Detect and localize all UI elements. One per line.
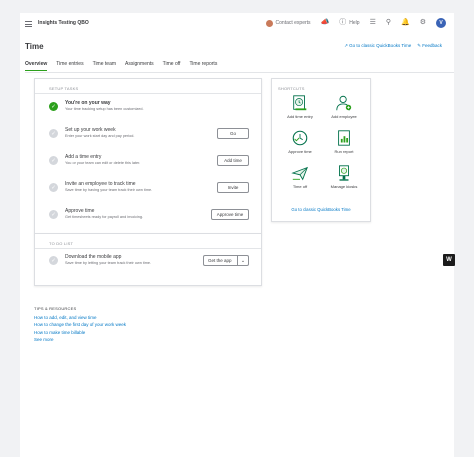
list-icon[interactable]: ☰ (370, 19, 376, 27)
page-title: Time (25, 42, 44, 51)
title-links: ↗ Go to classic QuickBooks Time ✎ Feedba… (344, 43, 442, 49)
shortcuts-label: SHORTCUTS (278, 86, 305, 91)
tab-assignments[interactable]: Assignments (125, 61, 154, 71)
task-title: Set up your work week (65, 127, 116, 133)
todo-card: TO DO LIST ✓ Download the mobile app Sav… (34, 233, 262, 286)
shortcut-label: Add employee (331, 114, 357, 119)
plane-icon (291, 166, 308, 181)
shortcut-label: Manage kiosks (330, 184, 358, 189)
contact-experts-label: Contact experts (275, 20, 311, 26)
setup-task: ✓ Approve time Get timesheets ready for … (49, 208, 249, 228)
task-description: You or your team can edit or delete this… (65, 161, 141, 165)
task-title: Invite an employee to track time (65, 181, 136, 187)
gear-icon[interactable]: ⚙ (420, 19, 426, 27)
shortcut-approve-time[interactable]: Approve time (278, 129, 322, 159)
tab-time-entries[interactable]: Time entries (56, 61, 83, 71)
check-pending-icon: ✓ (49, 256, 58, 265)
tab-bar: Overview Time entries Time team Assignme… (25, 61, 217, 71)
tips-resources: TIPS & RESOURCES How to add, edit, and v… (34, 306, 126, 345)
check-pending-icon: ✓ (49, 156, 58, 165)
shortcut-label: Add time entry (287, 114, 313, 119)
approve-time-button[interactable]: Approve time (211, 209, 249, 220)
task-description: Your time tracking setup has been custom… (65, 107, 144, 111)
tab-time-reports[interactable]: Time reports (189, 61, 217, 71)
shortcuts-card: SHORTCUTS Add time entry Add employee Ap… (271, 78, 371, 222)
shortcut-manage-kiosks[interactable]: Manage kiosks (322, 164, 366, 194)
shortcut-label: Approve time (288, 149, 312, 154)
check-pending-icon: ✓ (49, 129, 58, 138)
tab-time-off[interactable]: Time off (163, 61, 181, 71)
divider (35, 248, 261, 249)
chevron-down-icon: ⌄ (237, 256, 248, 265)
divider (35, 93, 261, 94)
todo-label: TO DO LIST (49, 241, 74, 246)
go-classic-label: Go to classic QuickBooks Time (349, 43, 412, 48)
go-button[interactable]: Go (217, 128, 249, 139)
expert-avatar-icon (265, 19, 273, 27)
contact-experts-button[interactable]: Contact experts (265, 19, 311, 27)
tabs-divider (25, 71, 454, 73)
tab-time-team[interactable]: Time team (93, 61, 116, 71)
clock-doc-icon (293, 95, 307, 111)
setup-tasks-card: SETUP TASKS ✓ You're on your way Your ti… (34, 78, 262, 234)
task-description: Get timesheets ready for payroll and inv… (65, 215, 144, 219)
notification-icon[interactable]: 🔔 (401, 19, 410, 27)
help-label: Help (349, 20, 360, 26)
shortcut-label: Time off (292, 184, 308, 189)
feedback-label: Feedback (422, 43, 442, 48)
user-avatar[interactable]: V (436, 18, 446, 28)
setup-tasks-label: SETUP TASKS (49, 86, 79, 91)
get-app-dropdown[interactable]: Get the app ⌄ (203, 255, 249, 266)
help-icon: ⓘ (339, 19, 347, 26)
add-time-button[interactable]: Add time (217, 155, 249, 166)
task-title: Add a time entry (65, 154, 102, 160)
todo-task: ✓ Download the mobile app Save time by l… (49, 254, 249, 274)
shortcut-label: Run report (334, 149, 354, 154)
task-title: Approve time (65, 208, 95, 214)
top-bar: Insights Testing QBO Contact experts 📣 ⓘ… (20, 13, 454, 35)
shortcut-add-employee[interactable]: Add employee (322, 94, 366, 124)
search-icon[interactable]: ⚲ (386, 19, 391, 27)
app-window: Insights Testing QBO Contact experts 📣 ⓘ… (20, 13, 454, 457)
setup-task: ✓ You're on your way Your time tracking … (49, 100, 249, 120)
setup-task: ✓ Set up your work week Enter your work … (49, 127, 249, 147)
task-title: You're on your way (65, 100, 111, 106)
add-person-icon (336, 95, 352, 111)
task-description: Save time by letting your team track the… (65, 261, 152, 265)
setup-task: ✓ Invite an employee to track time Save … (49, 181, 249, 201)
shortcut-run-report[interactable]: Run report (322, 129, 366, 159)
tab-overview[interactable]: Overview (25, 61, 48, 71)
tip-link[interactable]: How to make time billable (34, 330, 126, 335)
task-description: Save time by having your team track thei… (65, 188, 153, 192)
task-description: Enter your work start day and pay period… (65, 134, 135, 138)
company-name: Insights Testing QBO (38, 20, 89, 26)
menu-icon[interactable] (25, 21, 32, 27)
report-icon (338, 130, 350, 146)
go-classic-quickbooks-link[interactable]: Go to classic QuickBooks Time (272, 207, 370, 212)
shortcut-time-off[interactable]: Time off (278, 164, 322, 194)
side-widget-badge[interactable]: W (443, 254, 455, 266)
kiosk-icon (339, 165, 349, 181)
see-more-link[interactable]: See more (34, 337, 126, 342)
shortcut-add-time-entry[interactable]: Add time entry (278, 94, 322, 124)
top-bar-actions: Contact experts 📣 ⓘ Help ☰ ⚲ 🔔 ⚙ V (265, 18, 446, 28)
task-title: Download the mobile app (65, 254, 122, 260)
clock-check-icon (292, 130, 308, 146)
megaphone-icon[interactable]: 📣 (321, 19, 330, 27)
get-app-label: Get the app (208, 258, 232, 263)
tip-link[interactable]: How to add, edit, and view time (34, 315, 126, 320)
tips-label: TIPS & RESOURCES (34, 306, 77, 311)
feedback-link[interactable]: ✎ Feedback (417, 43, 442, 49)
setup-task: ✓ Add a time entry You or your team can … (49, 154, 249, 174)
check-pending-icon: ✓ (49, 183, 58, 192)
go-classic-link[interactable]: ↗ Go to classic QuickBooks Time (344, 43, 411, 49)
check-pending-icon: ✓ (49, 210, 58, 219)
invite-button[interactable]: Invite (217, 182, 249, 193)
check-done-icon: ✓ (49, 102, 58, 111)
help-button[interactable]: ⓘ Help (339, 19, 359, 27)
shortcuts-grid: Add time entry Add employee Approve time… (278, 94, 366, 194)
tip-link[interactable]: How to change the first day of your work… (34, 322, 126, 327)
